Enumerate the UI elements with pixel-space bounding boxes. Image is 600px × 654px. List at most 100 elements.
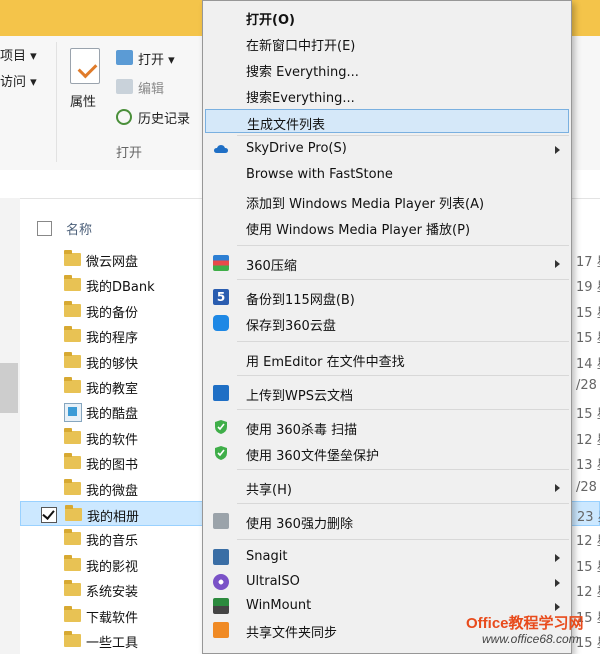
folder-icon — [64, 529, 81, 545]
menu-item-snagit[interactable]: Snagit — [205, 545, 569, 569]
file-name: 我的软件 — [86, 433, 139, 448]
open-button[interactable]: 打开 ▾ — [138, 49, 175, 68]
file-name: 我的影视 — [86, 560, 139, 575]
file-date-modified: 14 星 — [576, 357, 600, 372]
menu-separator — [237, 503, 569, 504]
menu-item-label: 打开(O) — [246, 13, 295, 28]
menu-item-wmp-add[interactable]: 添加到 Windows Media Player 列表(A) — [205, 189, 569, 213]
file-name: 我的酷盘 — [86, 407, 139, 422]
360-cloud-icon — [213, 315, 229, 331]
file-name: 我的微盘 — [86, 484, 139, 499]
watermark-url: www.office68.com — [482, 632, 579, 646]
folder-icon — [64, 275, 81, 291]
submenu-arrow-icon — [555, 579, 560, 587]
history-icon — [116, 109, 132, 125]
menu-separator — [237, 539, 569, 540]
file-date-modified: 15 星 — [576, 306, 600, 321]
file-name: 我的备份 — [86, 306, 139, 321]
menu-item-label: 用 EmEditor 在文件中查找 — [246, 355, 405, 370]
edit-button[interactable]: 编辑 — [138, 78, 164, 97]
folder-icon — [64, 453, 81, 469]
sync-icon — [213, 622, 229, 638]
menu-item-label: 360压缩 — [246, 259, 297, 274]
menu-item-360-compress[interactable]: 360压缩 — [205, 251, 569, 275]
cloud-icon — [213, 141, 229, 157]
menu-item-label: 生成文件列表 — [247, 118, 326, 133]
menu-separator — [237, 341, 569, 342]
ribbon-divider — [56, 42, 57, 162]
file-name: 我的教室 — [86, 382, 139, 397]
menu-item-label: SkyDrive Pro(S) — [246, 141, 347, 156]
file-date-modified: /28 — [576, 480, 597, 495]
menu-item-label: Browse with FastStone — [246, 167, 393, 182]
menu-item-wmp-play[interactable]: 使用 Windows Media Player 播放(P) — [205, 215, 569, 239]
menu-item-360-force-delete[interactable]: 使用 360强力删除 — [205, 509, 569, 533]
menu-item-backup-115[interactable]: 5 备份到115网盘(B) — [205, 285, 569, 309]
file-date-modified: 17 星 — [576, 255, 600, 270]
menu-item-wps-upload[interactable]: 上传到WPS云文档 — [205, 381, 569, 405]
menu-separator — [237, 469, 569, 470]
menu-item-open-new-window[interactable]: 在新窗口中打开(E) — [205, 31, 569, 55]
file-name: 我的音乐 — [86, 534, 139, 549]
folder-icon — [64, 555, 81, 571]
context-menu: 打开(O) 在新窗口中打开(E) 搜索 Everything... 搜索Ever… — [202, 0, 572, 654]
open-icon — [116, 50, 133, 65]
properties-button[interactable]: 属性 — [70, 91, 96, 110]
menu-item-label: 搜索 Everything... — [246, 65, 359, 80]
menu-separator — [237, 135, 569, 136]
menu-item-generate-file-list[interactable]: 生成文件列表 — [205, 109, 569, 133]
submenu-arrow-icon — [555, 554, 560, 562]
menu-item-open[interactable]: 打开(O) — [205, 5, 569, 29]
menu-item-label: 保存到360云盘 — [246, 319, 336, 334]
column-header-name[interactable]: 名称 — [66, 219, 92, 238]
menu-item-label: 备份到115网盘(B) — [246, 293, 355, 308]
shredder-icon — [213, 513, 229, 529]
menu-item-360-scan[interactable]: 使用 360杀毒 扫描 — [205, 415, 569, 439]
file-date-modified: 13 星 — [576, 458, 600, 473]
watermark-brand: Office教程学习网 — [466, 615, 584, 632]
menu-item-share[interactable]: 共享(H) — [205, 475, 569, 499]
menu-item-ultraiso[interactable]: UltraISO — [205, 570, 569, 594]
wps-cloud-icon — [213, 385, 229, 401]
file-date-modified: 12 星 — [576, 433, 600, 448]
file-name: 系统安装 — [86, 585, 139, 600]
menu-item-label: 共享文件夹同步 — [246, 626, 338, 641]
folder-icon — [64, 352, 81, 368]
winmount-icon — [213, 598, 229, 614]
menu-item-search-everything-2[interactable]: 搜索Everything... — [205, 83, 569, 107]
nav-scrollbar-thumb[interactable] — [0, 363, 18, 413]
menu-item-emeditor-find[interactable]: 用 EmEditor 在文件中查找 — [205, 347, 569, 371]
folder-icon — [64, 301, 81, 317]
submenu-arrow-icon — [555, 484, 560, 492]
menu-item-search-everything[interactable]: 搜索 Everything... — [205, 57, 569, 81]
menu-item-browse-faststone[interactable]: Browse with FastStone — [205, 163, 569, 187]
row-checkbox[interactable] — [41, 507, 57, 523]
history-button[interactable]: 历史记录 — [138, 108, 190, 127]
115-drive-icon: 5 — [213, 289, 229, 305]
menu-item-skydrive[interactable]: SkyDrive Pro(S) — [205, 137, 569, 161]
file-date-modified: /28 — [576, 378, 597, 393]
properties-icon[interactable] — [70, 48, 100, 84]
menu-item-label: 搜索Everything... — [246, 91, 355, 106]
folder-icon — [64, 250, 81, 266]
folder-icon — [65, 505, 82, 521]
disc-icon — [213, 574, 229, 590]
folder-icon — [64, 428, 81, 444]
file-date-modified: 23 星 — [577, 510, 600, 525]
menu-item-360-fortress[interactable]: 使用 360文件堡垒保护 — [205, 441, 569, 465]
menu-item-save-360-cloud[interactable]: 保存到360云盘 — [205, 311, 569, 335]
menu-item-label: 在新窗口中打开(E) — [246, 39, 356, 54]
shield-icon — [213, 419, 229, 435]
navigation-pane — [0, 198, 20, 654]
select-all-checkbox[interactable] — [37, 221, 52, 236]
watermark: Office教程学习网 www.office68.com — [452, 612, 598, 650]
menu-separator — [237, 409, 569, 410]
folder-icon — [64, 326, 81, 342]
ribbon-easy-access[interactable]: 访问 ▾ — [0, 71, 37, 90]
file-name: 我的相册 — [87, 510, 140, 525]
menu-item-label: 使用 360文件堡垒保护 — [246, 449, 379, 464]
folder-icon — [64, 606, 81, 622]
ribbon-group-open: 打开 — [116, 146, 143, 161]
folder-icon — [64, 580, 81, 596]
ribbon-new-item[interactable]: 项目 ▾ — [0, 45, 37, 64]
